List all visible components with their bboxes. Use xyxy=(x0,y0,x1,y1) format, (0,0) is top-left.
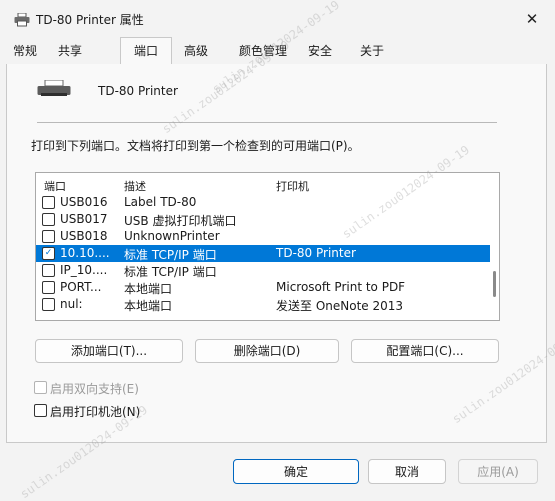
window-title: TD-80 Printer 属性 xyxy=(36,13,144,27)
port-checkbox[interactable] xyxy=(42,298,55,311)
port-desc: 标准 TCP/IP 端口 xyxy=(124,248,217,262)
port-printer: Microsoft Print to PDF xyxy=(276,280,406,294)
port-row-nul[interactable]: nul: 本地端口 发送至 OneNote 2013 xyxy=(36,296,490,313)
port-desc: UnknownPrinter xyxy=(124,229,220,243)
printer-large-icon xyxy=(37,79,71,103)
port-list[interactable]: 端口 描述 打印机 USB016 Label TD-80 USB017 USB … xyxy=(35,172,500,321)
tab-sharing[interactable]: 共享 xyxy=(48,40,92,64)
port-checkbox[interactable] xyxy=(42,196,55,209)
tab-about[interactable]: 关于 xyxy=(352,40,392,64)
port-checkbox[interactable] xyxy=(42,230,55,243)
printer-name: TD-80 Printer xyxy=(98,84,178,98)
port-printer: TD-80 Printer xyxy=(276,246,356,260)
port-row-usb018[interactable]: USB018 UnknownPrinter xyxy=(36,228,490,245)
close-icon: ✕ xyxy=(525,10,539,28)
title-bar: TD-80 Printer 属性 ✕ xyxy=(0,0,555,38)
port-row-tcpip-selected[interactable]: ✓ 10.10.... 标准 TCP/IP 端口 TD-80 Printer xyxy=(36,245,490,262)
port-checkbox[interactable] xyxy=(42,281,55,294)
bidirectional-support-label: 启用双向支持(E) xyxy=(50,382,139,396)
port-checkbox[interactable] xyxy=(42,213,55,226)
ok-button[interactable]: 确定 xyxy=(233,459,359,484)
divider xyxy=(37,122,497,123)
add-port-button[interactable]: 添加端口(T)... xyxy=(35,339,183,363)
port-desc: USB 虚拟打印机端口 xyxy=(124,214,237,228)
port-description: 打印到下列端口。文档将打印到第一个检查到的可用端口(P)。 xyxy=(31,139,360,153)
column-header-port[interactable]: 端口 xyxy=(44,178,66,194)
port-row-usb016[interactable]: USB016 Label TD-80 xyxy=(36,194,490,211)
delete-port-button[interactable]: 删除端口(D) xyxy=(195,339,339,363)
port-row-usb017[interactable]: USB017 USB 虚拟打印机端口 xyxy=(36,211,490,228)
tab-ports[interactable]: 端口 xyxy=(120,37,172,66)
port-desc: 本地端口 xyxy=(124,299,173,313)
bidirectional-support-checkbox[interactable] xyxy=(34,381,47,394)
ports-panel: TD-80 Printer 打印到下列端口。文档将打印到第一个检查到的可用端口(… xyxy=(6,64,547,443)
printer-pooling-checkbox[interactable] xyxy=(34,404,47,417)
port-name: nul: xyxy=(60,297,83,311)
tab-security[interactable]: 安全 xyxy=(298,40,342,64)
tab-advanced[interactable]: 高级 xyxy=(176,40,216,64)
port-desc: 标准 TCP/IP 端口 xyxy=(124,265,217,279)
configure-port-button[interactable]: 配置端口(C)... xyxy=(351,339,499,363)
port-row-port-prompt[interactable]: PORT... 本地端口 Microsoft Print to PDF xyxy=(36,279,490,296)
port-row-ip[interactable]: IP_10.... 标准 TCP/IP 端口 xyxy=(36,262,490,279)
port-name: 10.10.... xyxy=(60,246,110,260)
port-name: USB016 xyxy=(60,195,108,209)
port-printer: 发送至 OneNote 2013 xyxy=(276,299,404,313)
tab-strip: 常规 共享 端口 高级 颜色管理 安全 关于 xyxy=(6,37,547,66)
port-checkbox-checked[interactable]: ✓ xyxy=(42,247,55,260)
tab-general[interactable]: 常规 xyxy=(6,40,44,64)
column-header-description[interactable]: 描述 xyxy=(124,178,146,194)
port-list-header: 端口 描述 打印机 xyxy=(36,173,499,193)
column-header-printer[interactable]: 打印机 xyxy=(276,178,309,194)
close-button[interactable]: ✕ xyxy=(509,0,555,38)
port-desc: Label TD-80 xyxy=(124,195,197,209)
printer-icon xyxy=(14,12,30,30)
cancel-button[interactable]: 取消 xyxy=(368,459,446,484)
port-name: IP_10.... xyxy=(60,263,108,277)
port-name: USB017 xyxy=(60,212,108,226)
printer-pooling-label: 启用打印机池(N) xyxy=(50,405,141,419)
port-desc: 本地端口 xyxy=(124,282,173,296)
port-list-scrollbar[interactable] xyxy=(493,271,496,297)
apply-button[interactable]: 应用(A) xyxy=(458,459,538,484)
port-name: USB018 xyxy=(60,229,108,243)
port-name: PORT... xyxy=(60,280,102,294)
port-checkbox[interactable] xyxy=(42,264,55,277)
tab-color-management[interactable]: 颜色管理 xyxy=(228,40,298,64)
